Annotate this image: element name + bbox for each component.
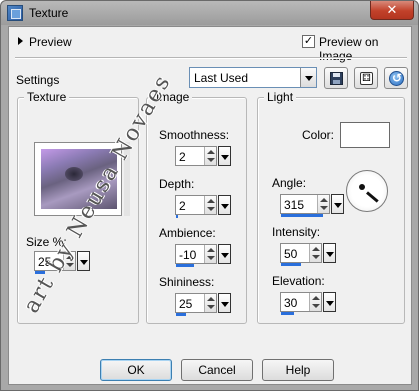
image-field-stepper[interactable]: 25 [175, 293, 217, 316]
app-icon [7, 5, 23, 21]
close-button[interactable]: ✕ [370, 1, 414, 20]
preset-dropdown[interactable]: Last Used [189, 67, 317, 88]
spin-arrows-icon[interactable] [309, 293, 321, 311]
texture-group-title: Texture [24, 90, 70, 104]
reset-button[interactable] [384, 67, 408, 89]
image-field-dropdown-button[interactable] [218, 244, 231, 264]
angle-stepper[interactable]: 315 [280, 194, 330, 217]
spin-arrows-icon[interactable] [204, 294, 216, 312]
preview-on-image-checkbox[interactable]: ✓ [302, 35, 315, 48]
elevation-dropdown-button[interactable] [323, 292, 336, 312]
image-field-value: -10 [179, 248, 197, 262]
intensity-stepper[interactable]: 50 [280, 243, 322, 266]
title-bar[interactable]: Texture ✕ [1, 1, 418, 25]
elevation-stepper[interactable]: 30 [280, 292, 322, 315]
preview-toggle[interactable]: Preview [29, 35, 72, 49]
image-field-stepper[interactable]: 2 [175, 146, 217, 166]
save-icon [330, 72, 343, 85]
spin-arrows-icon[interactable] [204, 196, 216, 214]
intensity-label: Intensity: [272, 225, 321, 239]
randomize-button[interactable]: ⚃ [354, 67, 378, 89]
angle-label: Angle: [272, 176, 307, 190]
expand-arrow-icon[interactable] [18, 37, 23, 45]
cancel-button[interactable]: Cancel [181, 359, 253, 381]
image-field-level-bar [176, 215, 178, 218]
image-field-value: 2 [179, 199, 186, 213]
separator [15, 57, 407, 59]
window-title: Texture [29, 6, 69, 20]
angle-level-bar [281, 214, 323, 217]
image-field-value: 2 [179, 150, 186, 164]
image-group: Image Smoothness: 2 Depth: 2 Ambience: -10 Shi… [146, 90, 247, 324]
angle-dial[interactable] [346, 170, 388, 212]
image-field-label: Shininess: [159, 275, 215, 289]
help-button[interactable]: Help [262, 359, 334, 381]
spin-arrows-icon[interactable] [317, 195, 329, 213]
light-group-title: Light [264, 90, 297, 104]
image-field-value: 25 [179, 297, 193, 311]
image-field-label: Depth: [159, 177, 195, 191]
image-field-dropdown-button[interactable] [218, 195, 231, 215]
elevation-label: Elevation: [272, 274, 325, 288]
image-field-dropdown-button[interactable] [218, 146, 231, 166]
intensity-dropdown-button[interactable] [323, 243, 336, 263]
spin-arrows-icon[interactable] [204, 147, 216, 165]
elevation-value: 30 [284, 296, 298, 310]
angle-dropdown-button[interactable] [331, 194, 344, 214]
intensity-level-bar [281, 263, 301, 266]
spin-arrows-icon[interactable] [204, 245, 216, 263]
spin-arrows-icon[interactable] [309, 244, 321, 262]
ok-button[interactable]: OK [100, 359, 172, 381]
image-field-dropdown-button[interactable] [218, 293, 231, 313]
dice-icon: ⚃ [360, 72, 373, 85]
light-color-swatch[interactable] [340, 122, 390, 148]
elevation-level-bar [281, 312, 295, 315]
size-dropdown-button[interactable] [77, 251, 90, 271]
dial-center-icon [359, 184, 365, 190]
image-field-label: Smoothness: [159, 128, 230, 142]
image-field-stepper[interactable]: 2 [175, 195, 217, 218]
image-field-level-bar [176, 264, 194, 267]
dial-needle-icon [366, 191, 379, 203]
intensity-value: 50 [284, 247, 298, 261]
image-field-label: Ambience: [159, 226, 216, 240]
chevron-down-icon[interactable] [300, 68, 316, 87]
image-field-stepper[interactable]: -10 [175, 244, 217, 267]
dialog-client: Preview ✓ Preview on Image Settings Last… [8, 26, 412, 385]
color-label: Color: [302, 128, 335, 142]
image-field-level-bar [176, 313, 186, 316]
light-group: Light Color: Angle: 315 Intensity: 50 El… [257, 90, 405, 324]
save-preset-button[interactable] [324, 67, 348, 89]
settings-label: Settings [16, 73, 60, 87]
reset-icon [389, 71, 404, 86]
angle-value: 315 [284, 198, 305, 212]
preset-value: Last Used [194, 71, 249, 85]
dialog-window: Texture ✕ Preview ✓ Preview on Image Set… [0, 0, 419, 391]
